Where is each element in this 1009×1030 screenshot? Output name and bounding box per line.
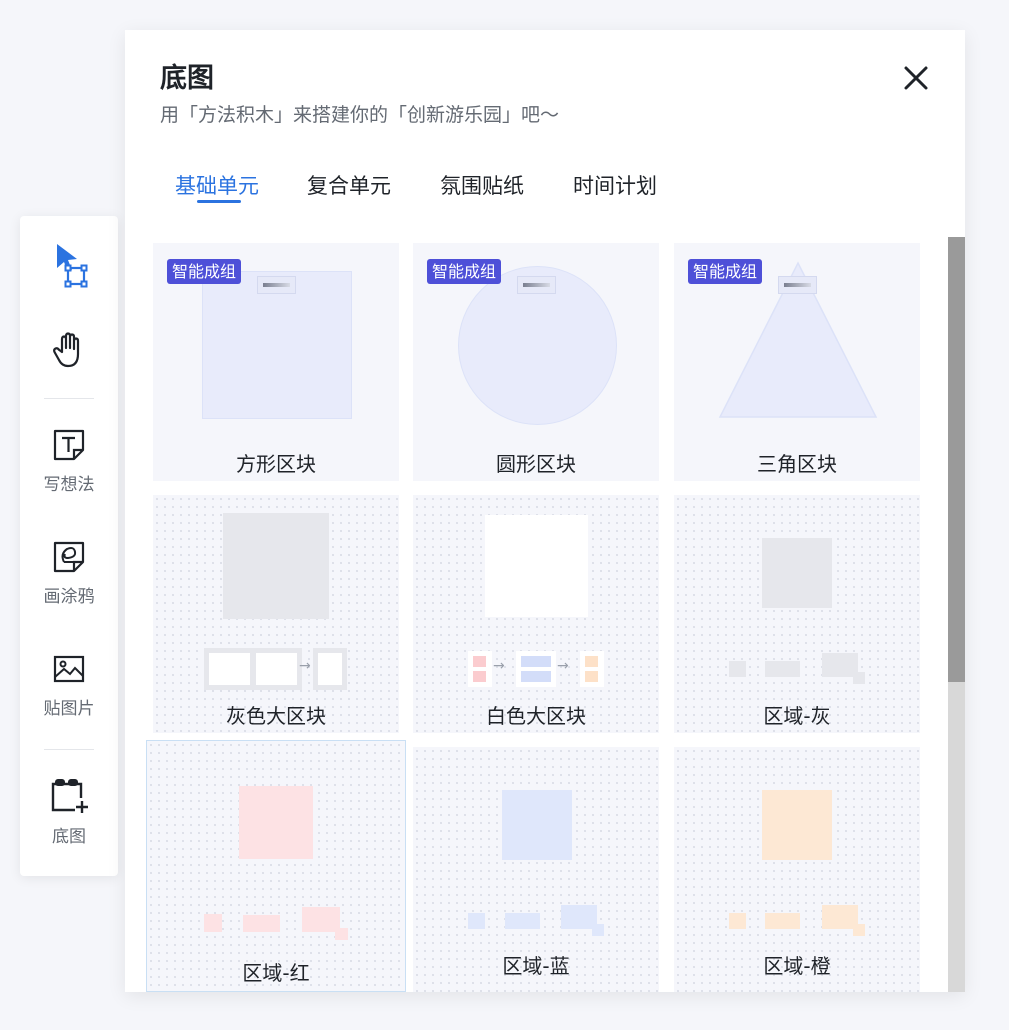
card-gray-large-block[interactable]: → 灰色大区块 [153, 495, 399, 733]
flow-node-red [468, 651, 492, 687]
hand-tool[interactable] [20, 330, 118, 370]
region-mini-block [592, 924, 604, 936]
card-label: 区域-灰 [763, 704, 831, 728]
smart-group-badge: 智能成组 [688, 259, 763, 284]
active-tab-indicator [197, 200, 241, 203]
card-label: 三角区块 [757, 452, 837, 476]
flow-node-orange [580, 651, 604, 687]
card-label: 区域-橙 [763, 954, 831, 978]
arrow-right-icon: → [299, 658, 311, 674]
card-label: 区域-蓝 [502, 954, 570, 978]
card-region-gray[interactable]: 区域-灰 [674, 495, 920, 733]
close-icon [904, 66, 928, 90]
base-map-panel: 底图 用「方法积木」来搭建你的「创新游乐园」吧〜 基础单元 复合单元 氛围贴纸 … [125, 30, 965, 992]
card-region-red[interactable]: 区域-红 [146, 740, 406, 992]
frame-add-icon [51, 779, 88, 813]
text-note-icon [53, 429, 85, 461]
region-block-preview [502, 790, 572, 860]
flow-end-preview [313, 648, 347, 690]
tab-composite-unit[interactable]: 复合单元 [307, 170, 391, 200]
text-placeholder [257, 276, 296, 294]
card-label: 区域-红 [242, 961, 310, 985]
doodle-icon [53, 541, 85, 573]
text-placeholder [778, 276, 817, 294]
card-region-blue[interactable]: 区域-蓝 [413, 747, 659, 992]
image-icon [53, 655, 85, 683]
text-tool[interactable]: 写想法 [20, 428, 118, 495]
image-tool-label: 贴图片 [43, 699, 95, 719]
tab-basic-unit[interactable]: 基础单元 [175, 170, 259, 200]
arrow-right-icon: → [493, 658, 505, 674]
close-button[interactable] [900, 62, 932, 94]
region-mini-block [204, 914, 222, 932]
arrow-right-icon: → [557, 658, 569, 674]
card-triangle-block[interactable]: 智能成组 三角区块 [674, 243, 920, 481]
flow-preview [204, 648, 302, 690]
region-mini-block [243, 915, 280, 932]
region-block-preview [762, 790, 832, 860]
card-square-block[interactable]: 智能成组 方形区块 [153, 243, 399, 481]
card-label: 方形区块 [236, 452, 316, 476]
smart-group-badge: 智能成组 [167, 259, 242, 284]
region-mini-block [853, 924, 865, 936]
region-block-preview [239, 786, 313, 859]
panel-title: 底图 [160, 63, 214, 94]
white-block-preview [485, 515, 588, 617]
toolbar-divider [44, 749, 94, 750]
region-block-preview [762, 538, 832, 608]
toolbar-divider [44, 398, 94, 399]
card-white-large-block[interactable]: → → 白色大区块 [413, 495, 659, 733]
region-mini-block [765, 661, 800, 677]
cursor-select-icon [57, 244, 88, 288]
region-mini-block [765, 913, 800, 929]
draw-tool[interactable]: 画涂鸦 [20, 540, 118, 607]
region-mini-block [505, 913, 540, 929]
panel-subtitle: 用「方法积木」来搭建你的「创新游乐园」吧〜 [160, 104, 560, 126]
region-mini-block [729, 661, 746, 677]
select-tool[interactable] [20, 242, 118, 290]
card-label: 圆形区块 [496, 452, 576, 476]
text-placeholder [517, 276, 556, 294]
left-toolbar: 写想法 画涂鸦 贴图片 底图 [20, 216, 118, 876]
draw-tool-label: 画涂鸦 [43, 587, 95, 607]
tab-time-plan[interactable]: 时间计划 [573, 170, 657, 200]
frame-tool-label: 底图 [52, 827, 86, 847]
region-mini-block [729, 913, 746, 929]
image-tool[interactable]: 贴图片 [20, 652, 118, 719]
gray-block-preview [223, 513, 329, 619]
card-label: 灰色大区块 [226, 704, 326, 728]
card-circle-block[interactable]: 智能成组 圆形区块 [413, 243, 659, 481]
region-mini-block [335, 928, 348, 940]
region-mini-block [853, 672, 865, 684]
scrollbar-thumb[interactable] [948, 237, 965, 682]
card-label: 白色大区块 [486, 704, 586, 728]
tab-atmosphere-sticker[interactable]: 氛围贴纸 [440, 170, 524, 200]
frame-tool[interactable]: 底图 [20, 776, 118, 847]
flow-node-blue [516, 651, 556, 687]
card-region-orange[interactable]: 区域-橙 [674, 747, 920, 992]
text-tool-label: 写想法 [43, 475, 95, 495]
hand-icon [53, 332, 80, 368]
smart-group-badge: 智能成组 [427, 259, 502, 284]
region-mini-block [468, 913, 485, 929]
